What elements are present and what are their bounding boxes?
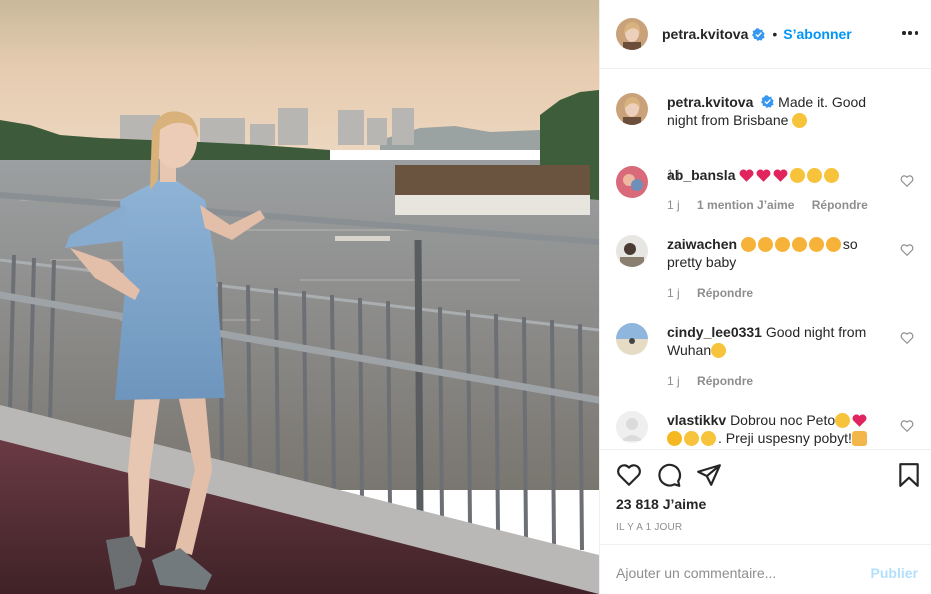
post-date[interactable]: IL Y A 1 JOUR [616,522,682,533]
verified-badge-icon [761,95,774,108]
header-separator: • [772,26,778,42]
author-username[interactable]: petra.kvitova [662,26,748,42]
kiss-emoji-icon [790,168,806,183]
comment-content: Dobrou noc Peto [730,412,836,428]
reply-button[interactable]: Répondre [697,374,753,388]
kiss-emoji-icon [792,113,808,128]
star-struck-emoji-icon [757,237,773,252]
publish-button[interactable]: Publier [871,565,918,581]
comment-like-heart-icon[interactable] [900,243,914,257]
author-avatar[interactable] [616,18,648,50]
red-heart-emoji-icon [739,169,754,182]
commenter-avatar[interactable] [616,323,648,355]
comment-username[interactable]: vlastikkv [667,412,726,428]
follow-button[interactable]: S’abonner [783,26,851,42]
comment-item: ab_bansla 1 j 1 mention J’aime Répondre [616,166,916,216]
comment-text: cindy_lee0331 Good night from Wuhan [667,323,893,359]
comment-text: zaiwachen so pretty baby [667,235,893,271]
reply-button[interactable]: Répondre [812,198,868,212]
comment-meta: 1 j 1 mention J’aime Répondre [667,198,882,212]
caption-username[interactable]: petra.kvitova [667,94,753,110]
comment-like-heart-icon[interactable] [900,331,914,345]
comment-like-heart-icon[interactable] [900,174,914,188]
comment-item: cindy_lee0331 Good night from Wuhan 1 j … [616,323,916,388]
comment-item: zaiwachen so pretty baby 1 j Répondre [616,235,916,300]
comment-time[interactable]: 1 j [667,198,680,212]
paper-plane-icon[interactable] [696,462,722,488]
sun-emoji-icon [667,431,682,446]
kiss-emoji-icon [824,168,840,183]
comment-text: vlastikkv Dobrou noc Peto . Preji uspesn… [667,411,893,447]
red-heart-emoji-icon [852,414,867,427]
red-heart-emoji-icon [756,169,771,182]
comment-input[interactable]: Ajouter un commentaire... [616,565,776,581]
add-comment-bar: Ajouter un commentaire... Publier [600,544,931,594]
comment-like-heart-icon[interactable] [900,419,914,433]
comment-meta: 1 j Répondre [667,286,767,300]
comment-username[interactable]: ab_bansla [667,167,735,183]
star-struck-emoji-icon [774,237,790,252]
comments-list[interactable]: petra.kvitova Made it. Good night from B… [600,70,931,448]
comment-item: vlastikkv Dobrou noc Peto . Preji uspesn… [616,411,916,448]
laughing-emoji-icon [711,343,727,358]
caption-text: petra.kvitova Made it. Good night from B… [667,93,893,129]
heart-outline-icon[interactable] [616,462,642,488]
commenter-avatar[interactable] [616,411,648,443]
commenter-avatar[interactable] [616,166,648,198]
comment-meta: 1 j Répondre [667,374,767,388]
post-caption: petra.kvitova Made it. Good night from B… [616,93,916,181]
kiss-emoji-icon [701,431,716,446]
verified-badge-icon [752,27,766,41]
flexed-biceps-emoji-icon [851,431,867,446]
comment-content-2: . Preji uspesny pobyt! [718,430,852,446]
likes-count[interactable]: 23 818 J’aime [616,496,706,512]
star-struck-emoji-icon [740,237,756,252]
star-struck-emoji-icon [825,237,841,252]
comment-username[interactable]: zaiwachen [667,236,737,252]
post-sidebar: petra.kvitova • S’abonner petra.kvitova … [599,0,931,594]
post-header: petra.kvitova • S’abonner [600,0,931,69]
comment-text: ab_bansla [667,166,893,184]
post-photo[interactable] [0,0,599,594]
commenter-avatar[interactable] [616,235,648,267]
reply-button[interactable]: Répondre [697,286,753,300]
kiss-emoji-icon [807,168,823,183]
star-struck-emoji-icon [808,237,824,252]
hugging-emoji-icon [684,431,699,446]
comment-likes-count[interactable]: 1 mention J’aime [697,198,794,212]
comment-time[interactable]: 1 j [667,286,680,300]
star-struck-emoji-icon [791,237,807,252]
red-heart-emoji-icon [773,169,788,182]
comment-username[interactable]: cindy_lee0331 [667,324,762,340]
author-avatar[interactable] [616,93,648,125]
action-bar [616,462,919,488]
bookmark-icon[interactable] [896,462,922,488]
post-actions: 23 818 J’aime IL Y A 1 JOUR Ajouter un c… [600,449,931,594]
post-photo-illustration [0,0,599,594]
comment-bubble-icon[interactable] [656,462,682,488]
more-options-icon[interactable] [902,25,918,41]
comment-time[interactable]: 1 j [667,374,680,388]
smiling-emoji-icon [835,413,851,428]
